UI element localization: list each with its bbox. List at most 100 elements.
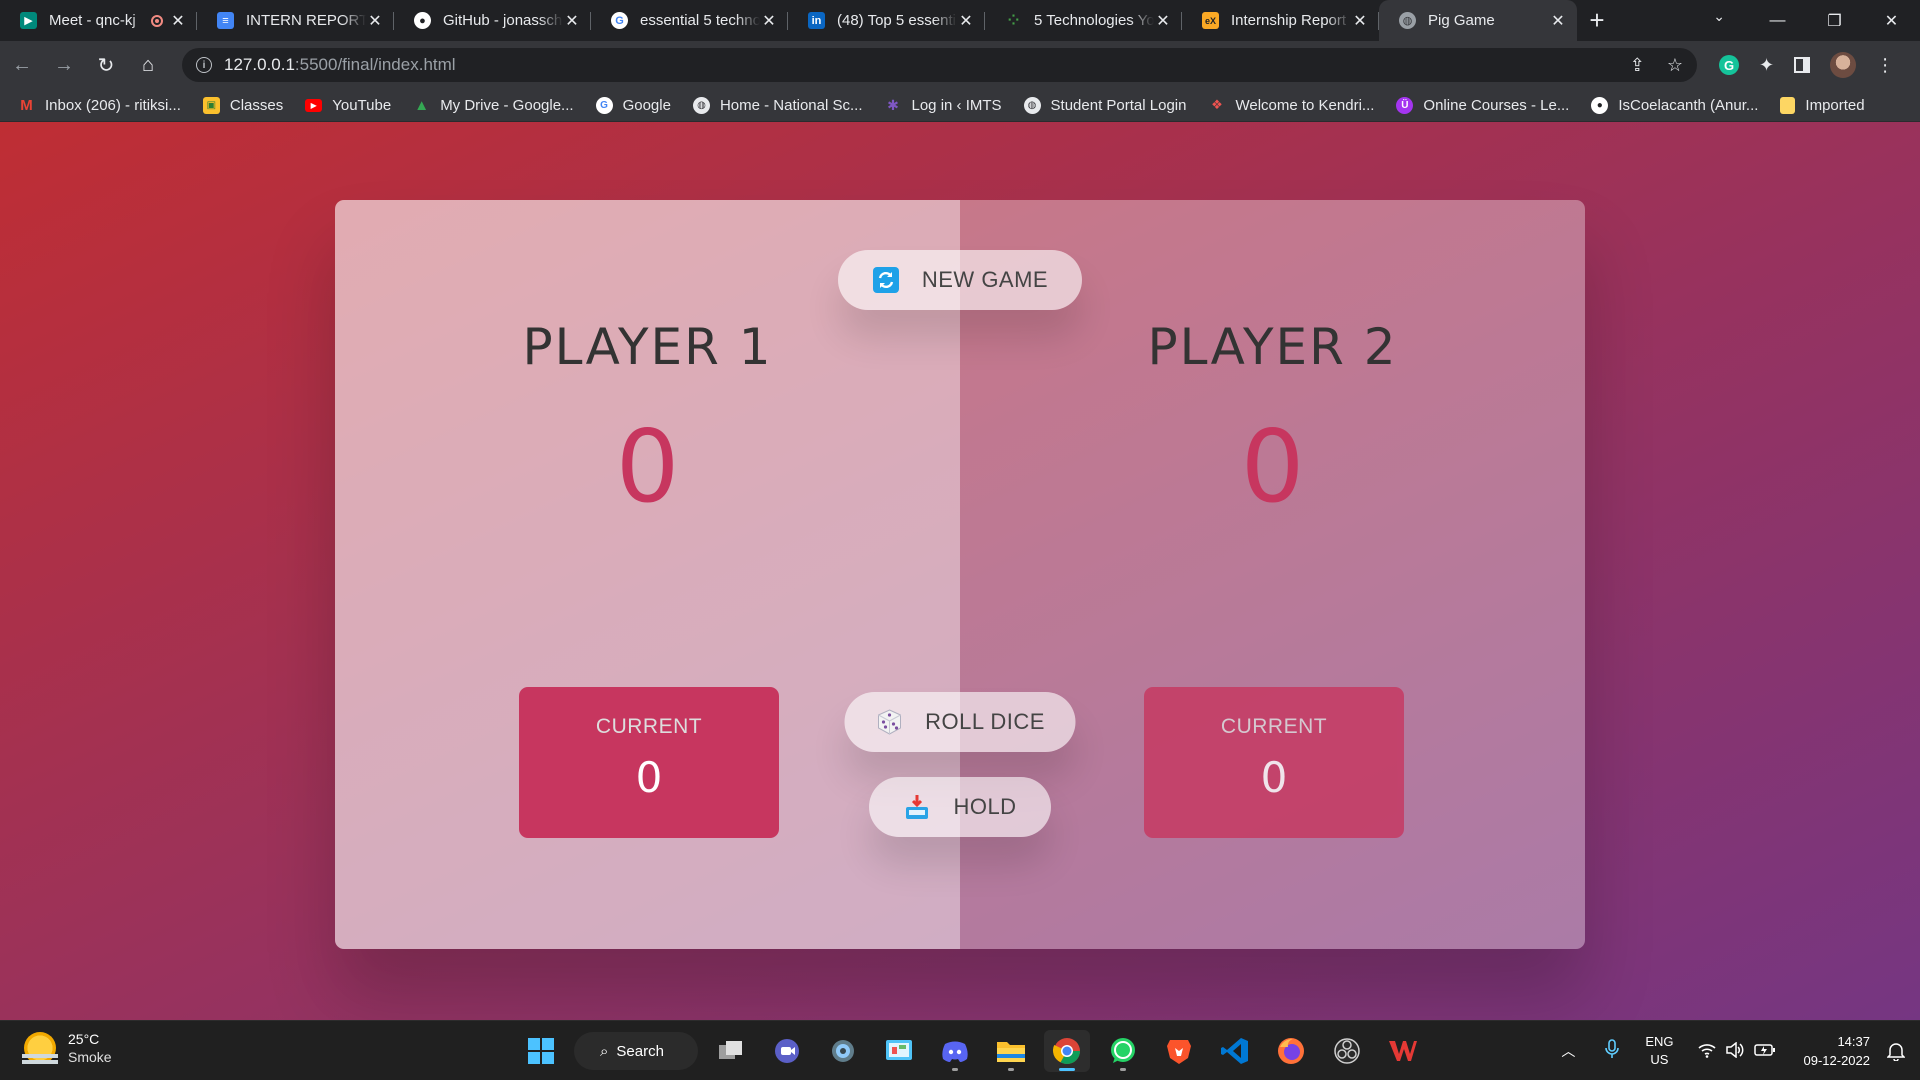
brave-icon[interactable] — [1156, 1030, 1202, 1072]
vscode-icon[interactable] — [1212, 1030, 1258, 1072]
new-tab-button[interactable]: + — [1577, 0, 1617, 41]
bookmark-label: Classes — [229, 96, 284, 114]
weather-temp: 25°C — [68, 1031, 100, 1047]
wps-office-icon[interactable] — [1380, 1030, 1426, 1072]
taskbar-apps: ⌕ Search — [518, 1030, 1426, 1072]
reload-button[interactable]: ↻ — [86, 47, 126, 83]
bookmark-national-sc[interactable]: ◍ Home - National Sc... — [692, 96, 863, 114]
whatsapp-icon[interactable] — [1100, 1030, 1146, 1072]
tab-intern-report[interactable]: ≡ INTERN REPORT - Google Docs ✕ — [197, 0, 394, 41]
taskbar-search[interactable]: ⌕ Search — [574, 1032, 698, 1070]
clock[interactable]: 14:37 09-12-2022 — [1804, 1032, 1871, 1070]
start-button[interactable] — [518, 1030, 564, 1072]
close-icon[interactable]: ✕ — [1154, 12, 1172, 30]
control-panel-icon[interactable] — [876, 1030, 922, 1072]
quick-settings[interactable] — [1697, 1040, 1776, 1061]
kv-icon: ❖ — [1211, 97, 1223, 112]
bookmark-student-portal[interactable]: ◍ Student Portal Login — [1023, 96, 1186, 114]
search-icon: ⌕ — [600, 1042, 609, 1060]
folder-icon — [1780, 96, 1796, 114]
close-icon[interactable]: ✕ — [1351, 12, 1369, 30]
back-button[interactable]: ← — [2, 47, 42, 83]
new-game-button[interactable]: NEW GAME — [838, 250, 1082, 310]
github-icon: ● — [414, 12, 431, 29]
bookmark-label: Inbox (206) - ritiksi... — [45, 96, 181, 114]
language-code: ENG — [1645, 1034, 1674, 1049]
language-indicator[interactable]: ENG US — [1645, 1033, 1673, 1069]
bookmark-label: Home - National Sc... — [719, 96, 863, 114]
bookmark-star-icon[interactable]: ☆ — [1667, 55, 1683, 76]
close-icon[interactable]: ✕ — [1549, 12, 1567, 30]
bookmark-imported[interactable]: Imported — [1780, 96, 1865, 114]
tab-title: Meet - qnc-kj — [49, 12, 136, 29]
weather-widget[interactable]: 25°C Smoke — [22, 1030, 112, 1066]
close-icon[interactable]: ✕ — [957, 12, 975, 30]
tab-meet[interactable]: ▶ Meet - qnc-kj ✕ — [0, 0, 197, 41]
discord-icon[interactable] — [932, 1030, 978, 1072]
clock-date: 09-12-2022 — [1803, 1053, 1871, 1068]
tab-technologies[interactable]: ⁘ 5 Technologies You ✕ — [985, 0, 1182, 41]
bookmark-classes[interactable]: ▣ Classes — [202, 96, 284, 114]
bookmark-iscoelacanth[interactable]: ● IsCoelacanth (Anur... — [1591, 96, 1758, 114]
home-button[interactable]: ⌂ — [128, 47, 168, 83]
google-icon: G — [611, 12, 628, 29]
tab-linkedin[interactable]: in (48) Top 5 essential ✕ — [788, 0, 985, 41]
tab-pig-game[interactable]: ◍ Pig Game ✕ — [1379, 0, 1577, 41]
teams-chat-icon[interactable] — [764, 1030, 810, 1072]
window-controls: — ❐ ✕ — [1749, 0, 1920, 41]
chevron-up-icon[interactable]: ︿ — [1561, 1041, 1575, 1061]
microphone-icon[interactable] — [1605, 1038, 1620, 1064]
forward-button[interactable]: → — [44, 47, 84, 83]
player-2-current-score: 0 — [1260, 753, 1288, 802]
profile-avatar[interactable] — [1830, 52, 1857, 78]
google-icon: G — [595, 96, 613, 114]
file-explorer-icon[interactable] — [988, 1030, 1034, 1072]
tab-title: GitHub - jonasschmedtmann — [443, 12, 563, 29]
region-code: US — [1650, 1052, 1669, 1067]
tab-search-icon[interactable]: ⌄ — [1713, 8, 1725, 25]
notification-bell-icon[interactable] — [1886, 1041, 1906, 1061]
bookmark-google[interactable]: G Google — [595, 96, 671, 114]
bookmark-kendriya[interactable]: ❖ Welcome to Kendri... — [1208, 97, 1374, 114]
grammarly-icon[interactable]: G — [1719, 55, 1739, 75]
close-icon[interactable]: ✕ — [366, 12, 384, 30]
player-2-score: 0 — [1240, 408, 1305, 525]
close-icon[interactable]: ✕ — [760, 12, 778, 30]
system-tray: ︿ ENG US 14:37 09-12-2022 — [1561, 1021, 1920, 1080]
restore-button[interactable]: ❐ — [1806, 0, 1863, 41]
volume-icon — [1725, 1040, 1744, 1061]
tab-internship-report[interactable]: eX Internship Report ✕ — [1182, 0, 1379, 41]
bookmark-inbox[interactable]: M Inbox (206) - ritiksi... — [18, 97, 181, 114]
menu-icon[interactable]: ⋮ — [1876, 55, 1894, 76]
bookmark-imts[interactable]: ✱ Log in ‹ IMTS — [885, 96, 1001, 114]
new-game-label: NEW GAME — [921, 267, 1049, 292]
share-icon[interactable]: ⇪ — [1630, 55, 1645, 76]
obs-icon[interactable] — [1324, 1030, 1370, 1072]
close-icon[interactable]: ✕ — [563, 12, 581, 30]
extensions-icon[interactable]: ✦ — [1759, 55, 1774, 76]
minimize-button[interactable]: — — [1749, 0, 1806, 41]
player-2-current-box: CURRENT 0 — [1144, 687, 1404, 838]
imts-icon: ✱ — [887, 96, 899, 113]
current-label: CURRENT — [595, 715, 703, 738]
task-view-icon[interactable] — [708, 1030, 754, 1072]
address-bar[interactable]: i 127.0.0.1:5500/final/index.html ⇪ ☆ — [182, 48, 1697, 82]
firefox-icon[interactable] — [1268, 1030, 1314, 1072]
tab-google-search[interactable]: G essential 5 technologies ✕ — [591, 0, 788, 41]
recording-icon — [151, 14, 163, 27]
close-window-button[interactable]: ✕ — [1863, 0, 1920, 41]
tab-github[interactable]: ● GitHub - jonasschmedtmann ✕ — [394, 0, 591, 41]
settings-gear-icon[interactable] — [820, 1030, 866, 1072]
side-panel-icon[interactable] — [1794, 57, 1811, 73]
classroom-icon: ▣ — [202, 96, 220, 114]
roll-dice-button[interactable]: ROLL DICE — [844, 692, 1076, 752]
site-info-icon[interactable]: i — [196, 57, 212, 73]
close-icon[interactable]: ✕ — [169, 12, 187, 30]
hold-button[interactable]: HOLD — [869, 777, 1051, 837]
bookmark-drive[interactable]: ▲ My Drive - Google... — [413, 97, 573, 114]
chrome-icon[interactable] — [1044, 1030, 1090, 1072]
bookmarks-bar: M Inbox (206) - ritiksi... ▣ Classes ▶ YouT… — [0, 89, 1920, 122]
bookmark-youtube[interactable]: ▶ YouTube — [305, 97, 391, 114]
player-1-name: PLAYER 1 — [522, 318, 773, 376]
bookmark-online-courses[interactable]: Ü Online Courses - Le... — [1396, 96, 1569, 114]
